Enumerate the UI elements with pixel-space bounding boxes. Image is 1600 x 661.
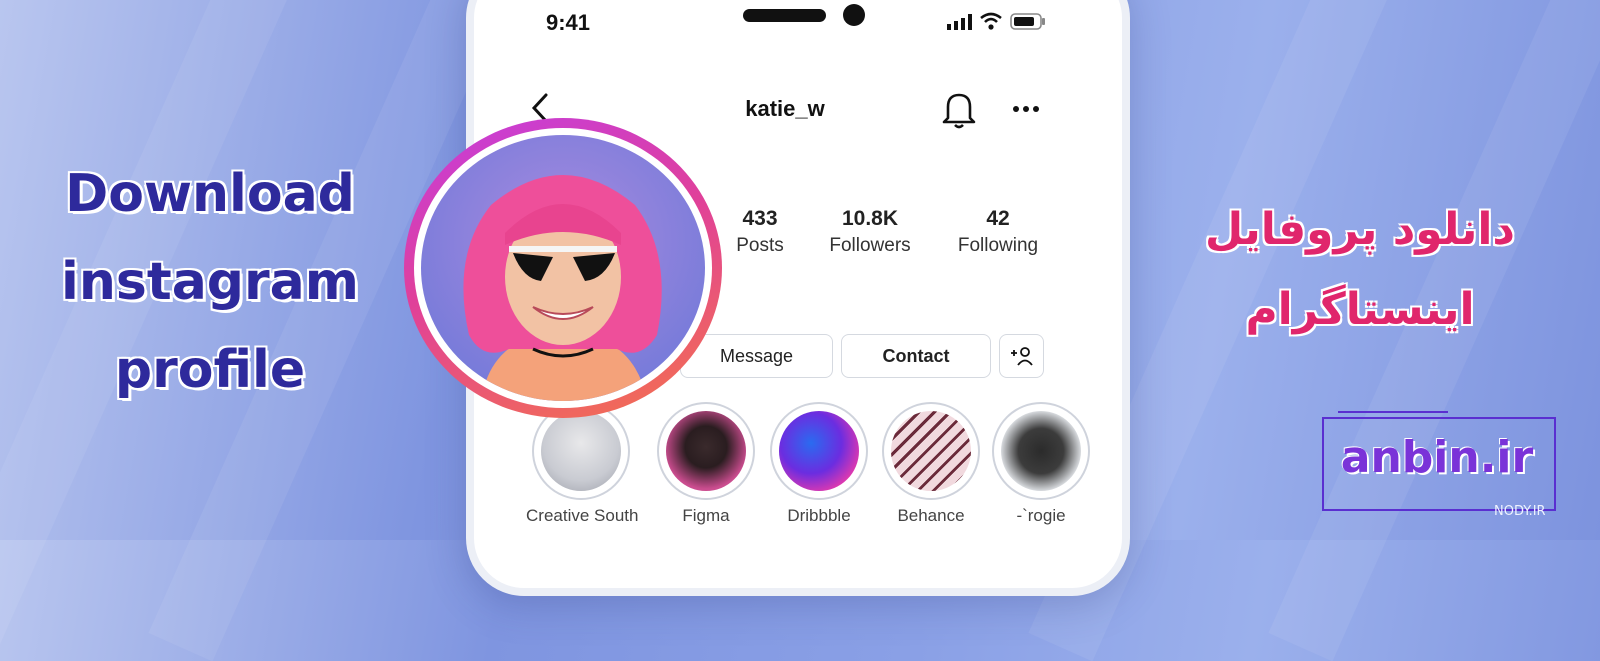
highlight-image xyxy=(666,411,746,491)
highlight-label: Dribbble xyxy=(787,506,851,525)
highlight-label: Behance xyxy=(897,506,965,525)
highlight-image xyxy=(891,411,971,491)
wifi-icon xyxy=(980,12,1002,30)
status-time: 9:41 xyxy=(546,10,591,35)
stat-value: 10.8K xyxy=(841,207,899,230)
highlight-behance[interactable]: Behance xyxy=(876,402,986,526)
camera-dot xyxy=(843,4,865,26)
highlight-rogie[interactable]: -`rogie xyxy=(986,402,1096,526)
highlight-image xyxy=(779,411,859,491)
highlight-figma[interactable]: Figma xyxy=(651,402,761,526)
avatar-gap xyxy=(414,128,712,408)
add-user-icon xyxy=(1010,347,1033,366)
message-button[interactable]: Message xyxy=(680,334,833,378)
stat-followers[interactable]: 10.8K Followers xyxy=(810,206,930,260)
highlight-image xyxy=(541,411,621,491)
watermark: NODY.IR xyxy=(1494,504,1546,519)
more-options-icon[interactable] xyxy=(1012,104,1040,114)
title-fa-line2: اینستاگرام xyxy=(1245,284,1475,335)
title-fa-line1: دانلود پروفایل xyxy=(1205,204,1515,255)
highlight-ring xyxy=(657,402,755,500)
stat-following[interactable]: 42 Following xyxy=(938,206,1058,260)
signal-icon xyxy=(947,14,972,30)
highlight-ring xyxy=(992,402,1090,500)
battery-icon xyxy=(1010,13,1045,30)
highlight-label: -`rogie xyxy=(1016,506,1066,525)
highlight-creative-south[interactable]: Creative South xyxy=(526,402,639,526)
stat-value: 433 xyxy=(742,207,778,230)
highlight-dribbble[interactable]: Dribbble xyxy=(764,402,874,526)
brand-label[interactable]: anbin.ir xyxy=(1322,432,1552,483)
title-en-line1: Download xyxy=(65,164,355,224)
add-user-button[interactable] xyxy=(999,334,1044,378)
highlight-image xyxy=(1001,411,1081,491)
stat-value: 42 xyxy=(986,207,1010,230)
stat-label: Followers xyxy=(829,235,911,256)
stat-label: Following xyxy=(957,235,1039,256)
highlight-ring xyxy=(770,402,868,500)
contact-button[interactable]: Contact xyxy=(841,334,991,378)
highlight-ring xyxy=(882,402,980,500)
banner-title-fa: دانلود پروفایل اینستاگرام xyxy=(1180,190,1540,350)
dynamic-island xyxy=(743,9,826,22)
brand-frame-accent xyxy=(1338,411,1448,413)
title-en-line2: instagram xyxy=(61,252,359,312)
highlight-label: Creative South xyxy=(526,506,639,525)
banner-title-en: Download instagram profile xyxy=(20,150,400,414)
avatar xyxy=(421,135,705,401)
bell-icon[interactable] xyxy=(940,90,978,130)
highlight-label: Figma xyxy=(682,506,730,525)
avatar-story-ring[interactable] xyxy=(404,118,722,418)
profile-username: katie_w xyxy=(745,96,825,121)
title-en-line3: profile xyxy=(114,340,306,400)
